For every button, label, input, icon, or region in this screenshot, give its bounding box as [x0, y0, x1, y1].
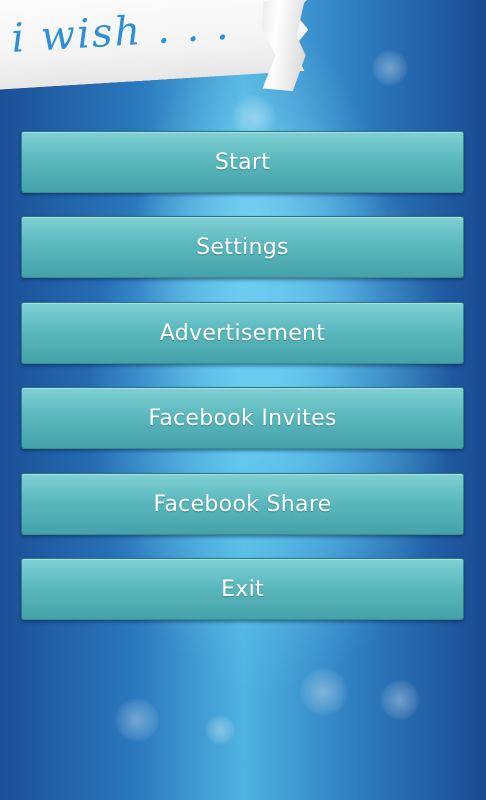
facebook-invites-button[interactable]: Facebook Invites	[21, 387, 464, 449]
background-bokeh	[372, 50, 408, 86]
background-bokeh	[115, 698, 159, 742]
facebook-invites-button-label: Facebook Invites	[148, 405, 337, 431]
start-button[interactable]: Start	[21, 131, 464, 193]
exit-button[interactable]: Exit	[21, 558, 464, 620]
settings-button-label: Settings	[196, 234, 289, 260]
background-bokeh	[380, 680, 420, 720]
advertisement-button[interactable]: Advertisement	[21, 302, 464, 364]
background-bokeh	[300, 668, 348, 716]
facebook-share-button-label: Facebook Share	[153, 491, 332, 517]
advertisement-button-label: Advertisement	[159, 320, 326, 346]
start-button-label: Start	[214, 149, 271, 175]
exit-button-label: Exit	[221, 576, 264, 602]
facebook-share-button[interactable]: Facebook Share	[21, 473, 464, 535]
settings-button[interactable]: Settings	[21, 216, 464, 278]
background-bokeh	[205, 715, 235, 745]
app-header: i wish . . .	[0, 0, 320, 110]
